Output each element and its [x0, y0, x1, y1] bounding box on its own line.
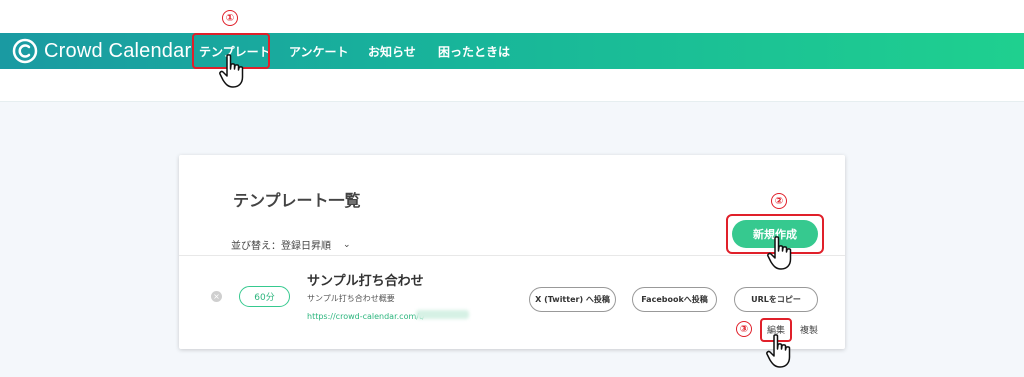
nav-item-surveys[interactable]: アンケート — [289, 33, 349, 69]
template-list-card: テンプレート一覧 並び替え：登録日昇順 ⌄ 新規作成 × 60分 サンプル打ち合… — [179, 155, 845, 349]
brand-name: Crowd Calendar — [44, 39, 192, 62]
copy-url-button[interactable]: URLをコピー — [734, 287, 818, 312]
pointer-hand-icon — [219, 54, 244, 88]
sort-label: 並び替え：登録日昇順 — [231, 241, 331, 252]
step-marker-3: ③ — [736, 321, 752, 337]
pointer-hand-icon — [766, 334, 791, 368]
duration-badge: 60分 — [239, 286, 290, 307]
template-url[interactable]: https://crowd-calendar.com/t/ — [307, 312, 425, 321]
brand-logo[interactable]: Crowd Calendar — [12, 37, 191, 65]
sub-strip — [0, 69, 1024, 102]
step-marker-2: ② — [771, 193, 787, 209]
chevron-down-icon: ⌄ — [343, 239, 351, 250]
template-name: サンプル打ち合わせ — [307, 274, 424, 289]
top-strip — [0, 0, 1024, 33]
sort-dropdown[interactable]: 並び替え：登録日昇順 ⌄ — [231, 237, 351, 253]
logo-icon — [12, 38, 38, 64]
step-marker-1: ① — [222, 10, 238, 26]
nav-item-news[interactable]: お知らせ — [368, 33, 416, 69]
page-title: テンプレート一覧 — [233, 191, 361, 210]
remove-icon[interactable]: × — [211, 291, 222, 302]
url-redaction — [416, 310, 469, 319]
template-description: サンプル打ち合わせ概要 — [307, 294, 395, 303]
app-header: Crowd Calendar テンプレート アンケート お知らせ 困ったときは — [0, 33, 1024, 69]
nav-item-help[interactable]: 困ったときは — [438, 33, 510, 69]
post-to-x-button[interactable]: X (Twitter) へ投稿 — [529, 287, 616, 312]
pointer-hand-icon — [767, 236, 792, 270]
duplicate-link[interactable]: 複製 — [800, 323, 818, 336]
post-to-facebook-button[interactable]: Facebookへ投稿 — [632, 287, 717, 312]
divider — [179, 255, 845, 256]
